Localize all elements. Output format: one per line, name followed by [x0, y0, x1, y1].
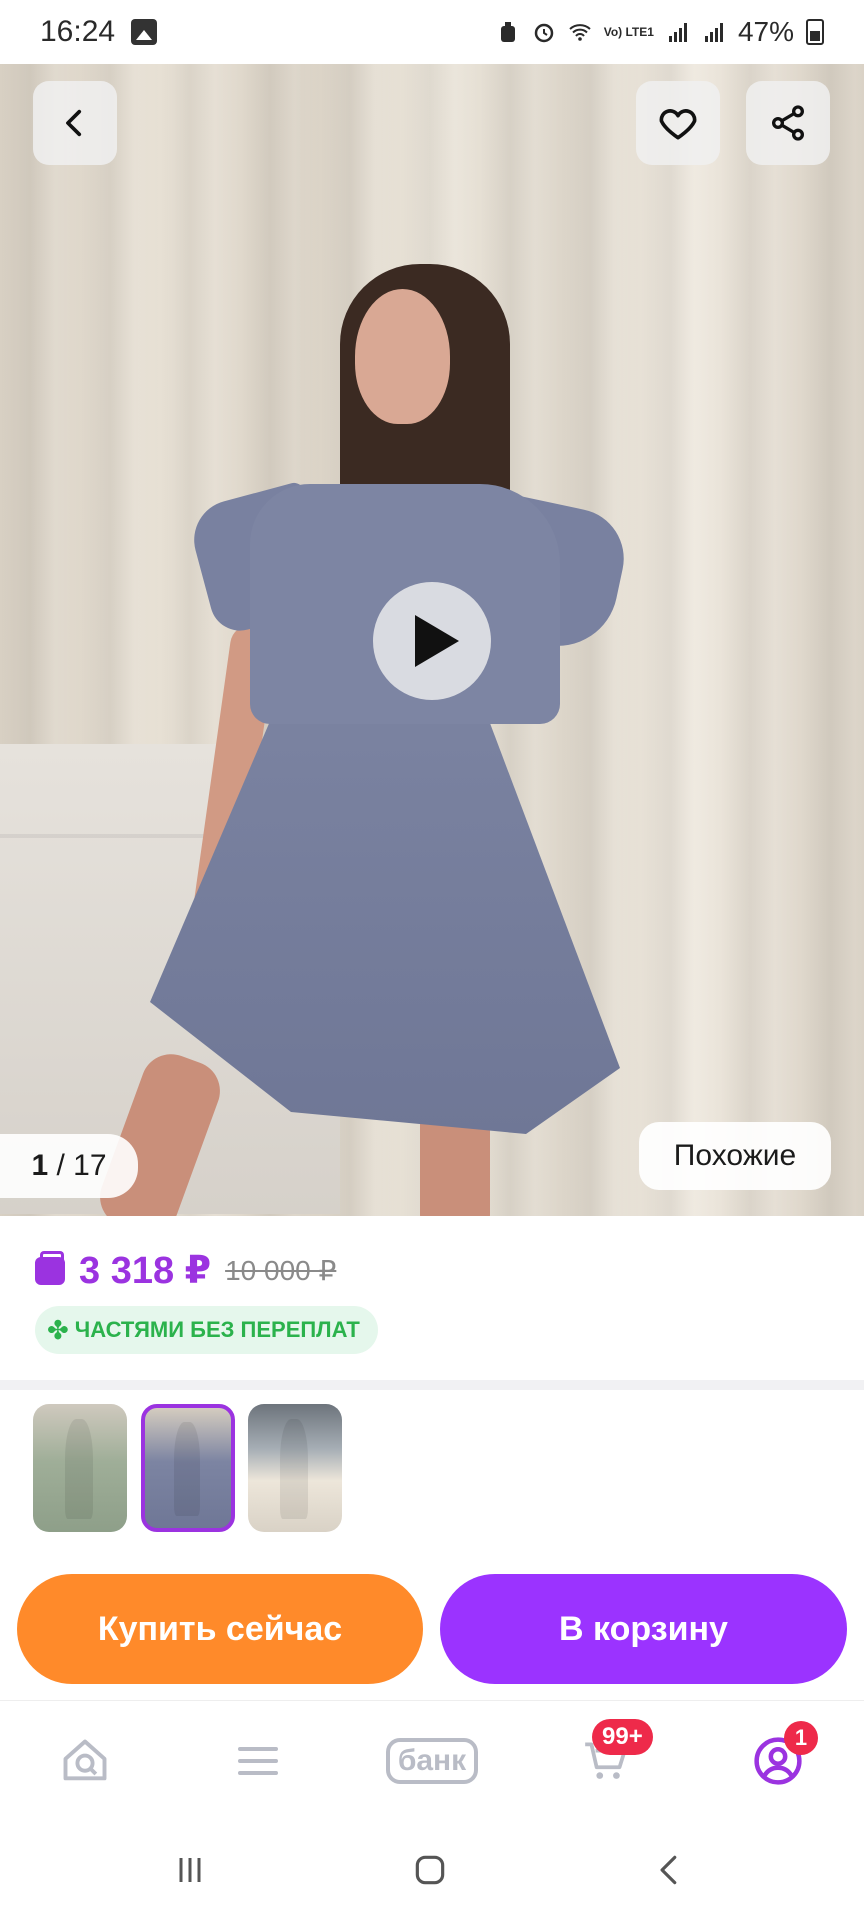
system-navigation: [0, 1820, 864, 1920]
recent-apps-button[interactable]: [160, 1842, 220, 1898]
backup-icon: [500, 22, 515, 42]
image-counter-current: 1: [31, 1149, 49, 1182]
product-photo: [91, 194, 650, 1216]
image-counter: 1 / 17: [0, 1134, 138, 1198]
recent-apps-icon: [179, 1858, 201, 1882]
color-variants: [0, 1390, 864, 1550]
action-bar: Купить сейчас В корзину: [0, 1556, 864, 1696]
profile-notification-badge: 1: [784, 1721, 818, 1755]
similar-products-button[interactable]: Похожие: [639, 1122, 831, 1190]
back-arrow-icon: [660, 1855, 677, 1885]
wifi-icon: [569, 24, 591, 41]
variant-figure: [64, 1419, 94, 1520]
buy-now-button[interactable]: Купить сейчас: [17, 1574, 423, 1684]
status-time: 16:24: [40, 15, 116, 48]
installment-badge[interactable]: ✤ ЧАСТЯМИ БЕЗ ПЕРЕПЛАТ: [35, 1306, 378, 1354]
battery-percent: 47%: [737, 16, 794, 47]
share-button[interactable]: [746, 81, 830, 165]
wallet-icon: [35, 1250, 65, 1285]
variant-thumbnail-blue-selected[interactable]: [141, 1404, 235, 1532]
model-face: [355, 289, 450, 424]
share-icon: [772, 105, 804, 141]
signal-icon-2: [704, 23, 723, 42]
product-image-carousel[interactable]: 1 / 17 Похожие: [0, 64, 864, 1216]
clover-icon: ✤: [47, 1314, 69, 1345]
gallery-notification-icon: [131, 19, 158, 45]
menu-icon: [238, 1747, 278, 1775]
home-icon: [415, 1855, 445, 1885]
installment-label: ЧАСТЯМИ БЕЗ ПЕРЕПЛАТ: [74, 1317, 360, 1342]
heart-icon: [659, 109, 697, 140]
bank-label: банк: [385, 1738, 479, 1784]
favorite-button[interactable]: [636, 81, 720, 165]
lte-indicator: Vo) LTE1: [603, 25, 654, 39]
nav-catalog[interactable]: [228, 1731, 288, 1791]
bottom-navigation: банк 99+ 1: [0, 1700, 864, 1820]
home-button[interactable]: [400, 1842, 460, 1898]
back-button[interactable]: [33, 81, 117, 165]
variant-thumbnail-green[interactable]: [33, 1404, 127, 1532]
nav-bank[interactable]: банк: [378, 1731, 486, 1791]
chevron-left-icon: [66, 109, 82, 137]
nav-search[interactable]: [55, 1731, 115, 1791]
search-home-icon: [63, 1739, 107, 1781]
variant-thumbnail-beige[interactable]: [248, 1404, 342, 1532]
variant-figure: [174, 1422, 201, 1516]
price-card: 3 318 ₽ 10 000 ₽ ✤ ЧАСТЯМИ БЕЗ ПЕРЕПЛАТ: [0, 1216, 864, 1380]
system-back-button[interactable]: [640, 1842, 700, 1898]
play-video-button[interactable]: [373, 582, 491, 700]
play-icon: [415, 615, 459, 667]
price-row: 3 318 ₽ 10 000 ₽: [35, 1248, 336, 1293]
image-counter-total: / 17: [56, 1149, 107, 1182]
section-divider: [0, 1380, 864, 1390]
price-current: 3 318 ₽: [79, 1250, 212, 1292]
alarm-icon: [534, 23, 553, 43]
battery-icon: [806, 19, 824, 45]
cart-count-badge: 99+: [592, 1719, 653, 1755]
status-bar: 16:24 Vo) LTE1 47%: [0, 0, 864, 64]
signal-icon-1: [668, 23, 687, 42]
price-old: 10 000 ₽: [225, 1255, 337, 1286]
add-to-cart-button[interactable]: В корзину: [440, 1574, 847, 1684]
variant-figure: [279, 1419, 309, 1520]
